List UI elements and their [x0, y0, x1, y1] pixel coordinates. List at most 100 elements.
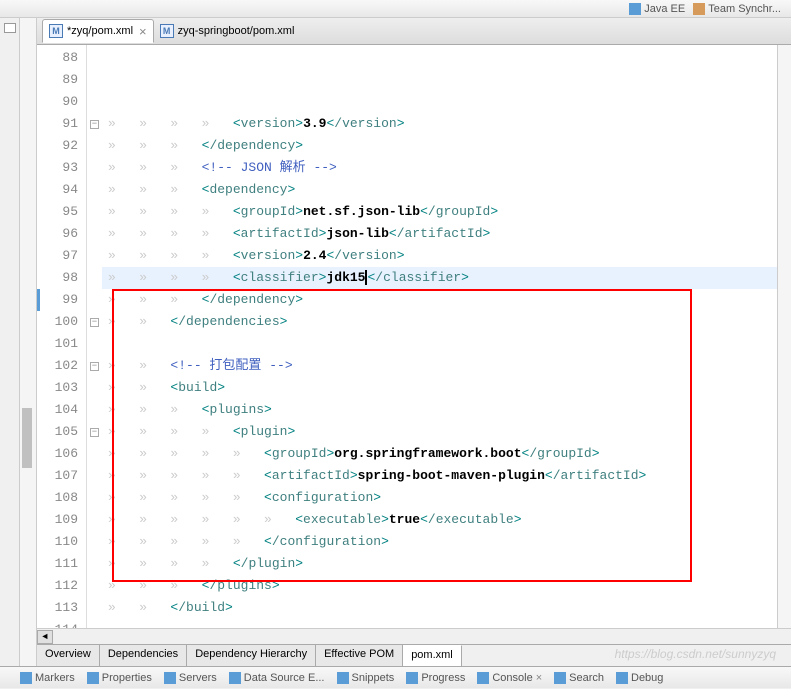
horizontal-scrollbar[interactable]: ◄ [37, 628, 791, 644]
line-number: 104 [37, 399, 78, 421]
line-number: 105 [37, 421, 78, 443]
tab-zyq-pom[interactable]: M *zyq/pom.xml × [42, 19, 154, 43]
code-line[interactable]: » » <build> [102, 377, 777, 399]
code-line[interactable]: » » » » » <configuration> [102, 487, 777, 509]
close-icon[interactable]: × [139, 24, 147, 39]
right-ruler [777, 45, 791, 628]
line-number: 114 [37, 619, 78, 628]
main-area: M *zyq/pom.xml × M zyq-springboot/pom.xm… [0, 18, 791, 666]
view-icon [87, 672, 99, 684]
code-line[interactable]: » » » » <version>2.4</version> [102, 245, 777, 267]
code-line[interactable] [102, 333, 777, 355]
fold-toggle-icon[interactable]: − [90, 120, 99, 129]
view-progress[interactable]: Progress [406, 672, 465, 684]
code-line[interactable]: » » <!-- 打包配置 --> [102, 355, 777, 377]
fold-toggle-icon[interactable]: − [90, 428, 99, 437]
code-line[interactable]: » » » » <plugin> [102, 421, 777, 443]
code-line[interactable]: » » » » » <artifactId>spring-boot-maven-… [102, 465, 777, 487]
view-icon [477, 672, 489, 684]
view-datasourcee[interactable]: Data Source E... [229, 672, 325, 684]
code-line[interactable]: » » » </dependency> [102, 135, 777, 157]
view-label: Progress [421, 672, 465, 684]
line-number: 96 [37, 223, 78, 245]
code-line[interactable]: » » » </dependency> [102, 289, 777, 311]
line-numbers: 8889909192939495969798991001011021031041… [37, 45, 87, 628]
view-snippets[interactable]: Snippets [337, 672, 395, 684]
code-line[interactable]: » » » <plugins> [102, 399, 777, 421]
close-icon[interactable]: × [536, 672, 542, 684]
line-number: 91 [37, 113, 78, 135]
bottom-tab-pomxml[interactable]: pom.xml [403, 645, 462, 666]
team-icon [693, 3, 705, 15]
code-line[interactable]: » » » <!-- JSON 解析 --> [102, 157, 777, 179]
code-line[interactable]: » » » » <groupId>net.sf.json-lib</groupI… [102, 201, 777, 223]
code-line[interactable]: » » » » </plugin> [102, 553, 777, 575]
code-line[interactable]: » » » » » » <executable>true</executable… [102, 509, 777, 531]
watermark: https://blog.csdn.net/sunnyzyq [615, 647, 776, 661]
bottom-tab-effective-pom[interactable]: Effective POM [316, 645, 403, 666]
code-line[interactable]: » » » » » <groupId>org.springframework.b… [102, 443, 777, 465]
code-line[interactable]: » » » » <version>3.9</version> [102, 113, 777, 135]
fold-toggle-icon[interactable]: − [90, 362, 99, 371]
scroll-left-icon[interactable]: ◄ [37, 630, 53, 644]
bottom-tab-overview[interactable]: Overview [37, 645, 100, 666]
minimize-icon[interactable] [4, 23, 16, 33]
code-line[interactable]: » » </build> [102, 597, 777, 619]
line-number: 94 [37, 179, 78, 201]
code-line[interactable]: » » » » <classifier>jdk15</classifier> [102, 267, 777, 289]
fold-gutter[interactable]: − − − − [87, 45, 102, 628]
code-line[interactable]: » » » » » </configuration> [102, 531, 777, 553]
view-icon [20, 672, 32, 684]
view-icon [616, 672, 628, 684]
code-line[interactable]: » » </dependencies> [102, 311, 777, 333]
line-number: 108 [37, 487, 78, 509]
line-number: 93 [37, 157, 78, 179]
view-properties[interactable]: Properties [87, 672, 152, 684]
fold-toggle-icon[interactable]: − [90, 318, 99, 327]
view-icon [229, 672, 241, 684]
view-search[interactable]: Search [554, 672, 604, 684]
maven-file-icon: M [160, 24, 174, 38]
line-number: 106 [37, 443, 78, 465]
javaee-icon [629, 3, 641, 15]
view-label: Console [492, 672, 532, 684]
perspective-javaee[interactable]: Java EE [629, 3, 685, 15]
code-content[interactable]: » » » » <version>3.9</version>» » » </de… [102, 45, 777, 628]
code-line[interactable]: » » » <dependency> [102, 179, 777, 201]
view-icon [337, 672, 349, 684]
editor-panel: M *zyq/pom.xml × M zyq-springboot/pom.xm… [37, 18, 791, 666]
view-icon [164, 672, 176, 684]
line-number: 109 [37, 509, 78, 531]
top-toolbar: Java EE Team Synchr... [0, 0, 791, 18]
perspective-label: Team Synchr... [708, 3, 781, 15]
code-editor[interactable]: 8889909192939495969798991001011021031041… [37, 45, 791, 628]
perspective-team[interactable]: Team Synchr... [693, 3, 781, 15]
view-label: Servers [179, 672, 217, 684]
left-gutter [0, 18, 20, 666]
code-line[interactable] [102, 619, 777, 628]
line-number: 88 [37, 47, 78, 69]
view-console[interactable]: Console × [477, 672, 542, 684]
view-servers[interactable]: Servers [164, 672, 217, 684]
bottom-tab-dependency-hierarchy[interactable]: Dependency Hierarchy [187, 645, 316, 666]
line-number: 89 [37, 69, 78, 91]
view-debug[interactable]: Debug [616, 672, 663, 684]
line-number: 98 [37, 267, 78, 289]
code-line[interactable]: » » » </plugins> [102, 575, 777, 597]
line-number: 100 [37, 311, 78, 333]
view-icon [406, 672, 418, 684]
view-label: Search [569, 672, 604, 684]
line-number: 102 [37, 355, 78, 377]
tab-springboot-pom[interactable]: M zyq-springboot/pom.xml [154, 19, 301, 43]
view-label: Snippets [352, 672, 395, 684]
code-line[interactable]: » » » » <artifactId>json-lib</artifactId… [102, 223, 777, 245]
line-number: 92 [37, 135, 78, 157]
line-number: 95 [37, 201, 78, 223]
line-number: 90 [37, 91, 78, 113]
view-label: Markers [35, 672, 75, 684]
editor-tabs: M *zyq/pom.xml × M zyq-springboot/pom.xm… [37, 18, 791, 45]
view-markers[interactable]: Markers [20, 672, 75, 684]
line-number: 110 [37, 531, 78, 553]
maven-file-icon: M [49, 24, 63, 38]
bottom-tab-dependencies[interactable]: Dependencies [100, 645, 187, 666]
